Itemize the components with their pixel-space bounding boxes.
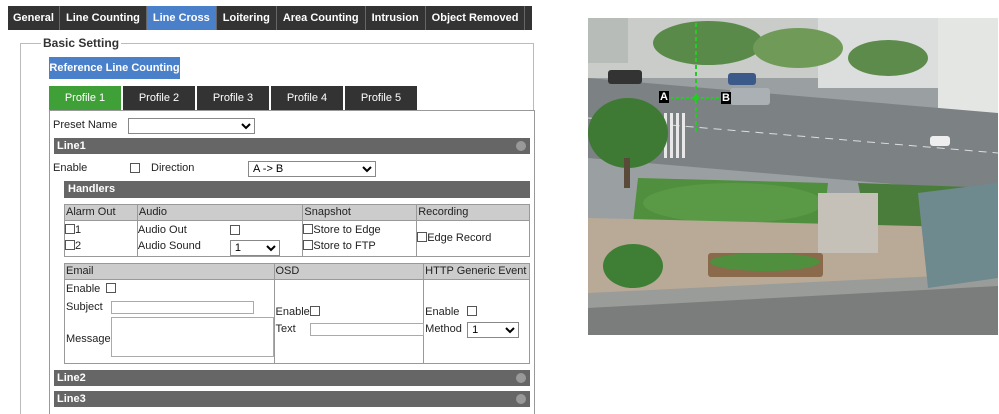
handlers-table: Alarm Out Audio Snapshot Recording 1 2 A… <box>64 204 530 257</box>
osd-enable-checkbox[interactable] <box>309 306 320 316</box>
line1-enable-label: Enable <box>53 162 88 174</box>
http-generic-event-header: HTTP Generic Event <box>423 263 530 280</box>
http-method-label: Method <box>425 323 462 335</box>
audio-sound-select[interactable]: 1 <box>229 240 280 256</box>
tab-profile-5[interactable]: Profile 5 <box>345 86 417 110</box>
line1-enable-checkbox[interactable] <box>130 163 140 173</box>
line2-header[interactable]: Line2 <box>54 370 530 386</box>
expand-icon[interactable] <box>516 394 526 404</box>
collapse-icon[interactable] <box>516 141 526 151</box>
top-tab-bar: General Line Counting Line Cross Loiteri… <box>8 6 532 30</box>
osd-text-label: Text <box>275 323 296 335</box>
email-enable-label: Enable <box>66 283 101 295</box>
direction-label: Direction <box>151 162 195 174</box>
snapshot-header: Snapshot <box>302 204 418 221</box>
store-to-ftp-label: Store to FTP <box>313 240 376 252</box>
line1-title: Line1 <box>57 140 86 152</box>
line1-header[interactable]: Line1 <box>54 138 530 154</box>
recording-header: Recording <box>416 204 530 221</box>
tab-intrusion[interactable]: Intrusion <box>366 6 426 30</box>
profile-tab-bar: Profile 1 Profile 2 Profile 3 Profile 4 … <box>49 86 419 110</box>
email-message-textarea[interactable] <box>111 317 274 357</box>
audio-sound-label: Audio Sound <box>137 240 201 252</box>
profile-panel: Preset Name Line1 Enable Direction A -> … <box>49 110 535 414</box>
point-a-label[interactable]: A <box>659 91 669 103</box>
camera-scene-image <box>588 18 998 335</box>
alarm-out-header: Alarm Out <box>64 204 138 221</box>
expand-icon[interactable] <box>516 373 526 383</box>
alarm-out-2-label: 2 <box>75 240 82 252</box>
alarm-out-1-label: 1 <box>75 224 82 236</box>
reference-line-counting-button[interactable]: Reference Line Counting <box>49 57 180 79</box>
audio-out-label: Audio Out <box>137 224 187 236</box>
edge-record-checkbox[interactable] <box>417 232 428 242</box>
tab-profile-1[interactable]: Profile 1 <box>49 86 121 110</box>
store-to-ftp-checkbox[interactable] <box>303 240 314 250</box>
tab-profile-4[interactable]: Profile 4 <box>271 86 343 110</box>
basic-setting-legend: Basic Setting <box>41 36 122 50</box>
audio-header: Audio <box>136 204 304 221</box>
email-subject-input[interactable] <box>111 301 254 314</box>
store-to-edge-checkbox[interactable] <box>303 224 314 234</box>
line3-header[interactable]: Line3 <box>54 391 530 407</box>
preset-name-select[interactable] <box>128 118 255 134</box>
edge-record-label: Edge Record <box>427 232 492 244</box>
tab-line-counting[interactable]: Line Counting <box>60 6 147 30</box>
alarm-out-1-checkbox[interactable] <box>65 224 75 234</box>
http-enable-checkbox[interactable] <box>467 306 478 316</box>
preset-name-label: Preset Name <box>53 119 118 131</box>
email-enable-checkbox[interactable] <box>106 283 117 293</box>
preset-row: Preset Name <box>53 119 117 131</box>
email-message-label: Message <box>66 333 111 345</box>
tab-profile-3[interactable]: Profile 3 <box>197 86 269 110</box>
osd-header: OSD <box>273 263 425 280</box>
tab-loitering[interactable]: Loitering <box>217 6 277 30</box>
store-to-edge-label: Store to Edge <box>313 224 381 236</box>
email-subject-label: Subject <box>66 301 103 313</box>
notification-table: Email OSD HTTP Generic Event Enable Subj… <box>64 263 530 364</box>
osd-text-input[interactable] <box>309 323 424 336</box>
camera-view[interactable]: A B <box>588 18 998 335</box>
tab-general[interactable]: General <box>8 6 60 30</box>
http-enable-label: Enable <box>425 306 460 318</box>
line3-title: Line3 <box>57 393 86 405</box>
audio-out-checkbox[interactable] <box>229 225 240 235</box>
direction-select[interactable]: A -> B <box>248 161 376 177</box>
point-b-label[interactable]: B <box>721 92 731 104</box>
osd-enable-label: Enable <box>275 306 310 318</box>
http-method-select[interactable]: 1 <box>467 322 520 338</box>
alarm-out-2-checkbox[interactable] <box>65 240 75 250</box>
tab-object-removed[interactable]: Object Removed <box>426 6 526 30</box>
tab-line-cross[interactable]: Line Cross <box>146 6 217 30</box>
handlers-header: Handlers <box>64 181 530 198</box>
tab-profile-2[interactable]: Profile 2 <box>123 86 195 110</box>
email-header: Email <box>64 263 275 280</box>
line2-title: Line2 <box>57 372 86 384</box>
tab-area-counting[interactable]: Area Counting <box>277 6 366 30</box>
